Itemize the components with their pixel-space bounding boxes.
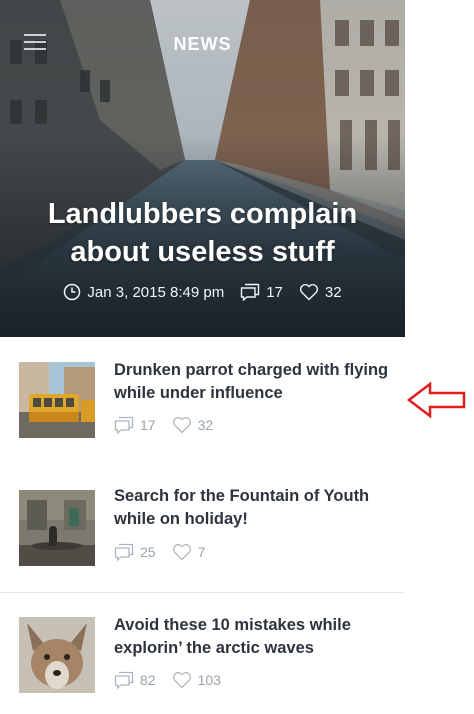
- hero-comment-count: 17: [266, 283, 283, 301]
- hero-comments[interactable]: 17: [240, 283, 283, 301]
- article-comments[interactable]: 25: [114, 543, 156, 561]
- hero-date-text: Jan 3, 2015 8:49 pm: [87, 283, 225, 301]
- comment-count: 25: [140, 544, 156, 560]
- like-count: 7: [197, 544, 206, 560]
- article-thumbnail[interactable]: [19, 362, 95, 438]
- article-comments[interactable]: 17: [114, 416, 156, 434]
- fountain-photo: [19, 490, 95, 566]
- list-item[interactable]: Avoid these 10 mistakes while explorin’ …: [0, 593, 405, 714]
- coyote-photo: [19, 617, 95, 693]
- comment-count: 17: [140, 417, 156, 433]
- heart-icon: [299, 284, 318, 301]
- list-item[interactable]: Drunken parrot charged with flying while…: [0, 337, 405, 465]
- comment-icon: [114, 543, 134, 561]
- heart-icon: [172, 672, 191, 689]
- comment-icon: [240, 283, 260, 301]
- heart-icon: [172, 544, 191, 561]
- heart-icon: [172, 417, 191, 434]
- article-meta: 17 32: [114, 416, 229, 434]
- article-comments[interactable]: 82: [114, 671, 156, 689]
- annotation-arrow-icon: [406, 381, 466, 419]
- article-title[interactable]: Drunken parrot charged with flying while…: [114, 359, 394, 405]
- comment-count: 82: [140, 672, 156, 688]
- hero-headline[interactable]: Landlubbers complain about useless stuff: [10, 195, 395, 271]
- article-likes[interactable]: 32: [172, 416, 214, 434]
- like-count: 103: [197, 672, 221, 688]
- article-meta: 82 103: [114, 671, 237, 689]
- phone-screen: NEWS Landlubbers complain about useless …: [0, 0, 405, 714]
- comment-icon: [114, 416, 134, 434]
- hero-likes[interactable]: 32: [299, 283, 342, 301]
- comment-icon: [114, 671, 134, 689]
- like-count: 32: [197, 417, 214, 433]
- hero-meta: Jan 3, 2015 8:49 pm 17 32: [0, 283, 405, 301]
- article-meta: 25 7: [114, 543, 221, 561]
- hero-article[interactable]: NEWS Landlubbers complain about useless …: [0, 0, 405, 337]
- hero-like-count: 32: [324, 283, 342, 301]
- tram-photo: [19, 362, 95, 438]
- article-thumbnail[interactable]: [19, 490, 95, 566]
- article-likes[interactable]: 103: [172, 671, 221, 689]
- hero-date: Jan 3, 2015 8:49 pm: [63, 283, 224, 301]
- list-item[interactable]: Search for the Fountain of Youth while o…: [0, 465, 405, 593]
- clock-icon: [64, 283, 81, 301]
- article-title[interactable]: Search for the Fountain of Youth while o…: [114, 485, 394, 531]
- article-thumbnail[interactable]: [19, 617, 95, 693]
- article-likes[interactable]: 7: [172, 543, 206, 561]
- article-title[interactable]: Avoid these 10 mistakes while explorin’ …: [114, 614, 394, 660]
- page-title: NEWS: [173, 34, 232, 54]
